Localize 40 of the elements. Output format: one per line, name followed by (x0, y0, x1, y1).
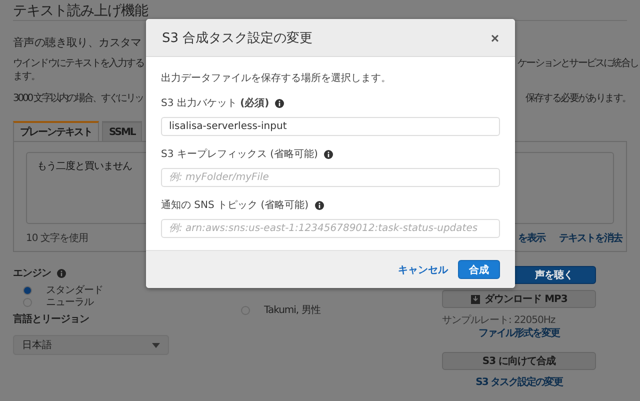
input-field[interactable]: lisalisa-serverless-input (161, 117, 500, 136)
radio-button[interactable] (23, 286, 32, 294)
change-format-link[interactable]: ファイル形式を変更 (478, 327, 560, 340)
radio-label: ニューラル (46, 296, 94, 309)
intro-text: ケーションとサービスに統合し (518, 57, 638, 70)
close-button[interactable]: × (490, 30, 499, 46)
character-count: 10 文字を使用 (26, 232, 88, 245)
dialog-title: S3 合成タスク設定の変更 (162, 30, 313, 46)
dialog-description: 出力データファイルを保存する場所を選択します。 (161, 72, 392, 85)
download-button[interactable]: ダウンロード MP3 (442, 290, 596, 308)
tab[interactable]: プレーンテキスト (13, 121, 99, 141)
radio-label: スタンダード (46, 284, 103, 297)
info-icon (57, 268, 66, 278)
intro-text: ウインドウにテキストを入力する (13, 57, 144, 70)
text-link[interactable]: を表示 (518, 232, 545, 245)
language-select[interactable]: 日本語 (13, 335, 169, 355)
intro-text: ます。 (13, 70, 40, 83)
radio-label: Takumi, 男性 (264, 304, 320, 317)
info-icon (314, 200, 324, 210)
dropdown-arrow-icon (152, 342, 160, 348)
info-icon (275, 98, 284, 108)
info-icon (324, 150, 333, 158)
synthesize-button[interactable]: 合成 (458, 260, 500, 279)
input-field[interactable]: 例: myFolder/myFile (161, 168, 500, 187)
text-link[interactable]: テキストを消去 (559, 232, 622, 245)
page-title: テキスト読み上げ機能 (13, 2, 148, 20)
section-heading: 音声の聴き取り、カスタマ (13, 36, 142, 49)
field-label: S3 キープレフィックス (省略可能) (161, 148, 318, 161)
language-label: 言語とリージョン (13, 312, 89, 326)
s3-synthesize-button[interactable]: S3 に向けて合成 (442, 352, 596, 370)
limit-text: 3000 文字以内の場合、すぐにリッ (13, 92, 143, 105)
download-icon (470, 294, 480, 304)
limit-text: 保存する必要があります。 (525, 92, 631, 105)
s3-settings-link[interactable]: S3 タスク設定の変更 (476, 376, 562, 389)
tab[interactable]: SSML (102, 121, 142, 141)
field-label: 通知の SNS トピック (省略可能) (161, 198, 309, 212)
engine-label: エンジン (13, 267, 51, 280)
sample-rate-text: サンプルレート: 22050Hz (442, 314, 556, 327)
field-label: S3 出力バケット (必須) (161, 96, 270, 110)
input-field[interactable]: 例: arn:aws:sns:us-east-1:123456789012:task-status-updates (161, 219, 500, 238)
